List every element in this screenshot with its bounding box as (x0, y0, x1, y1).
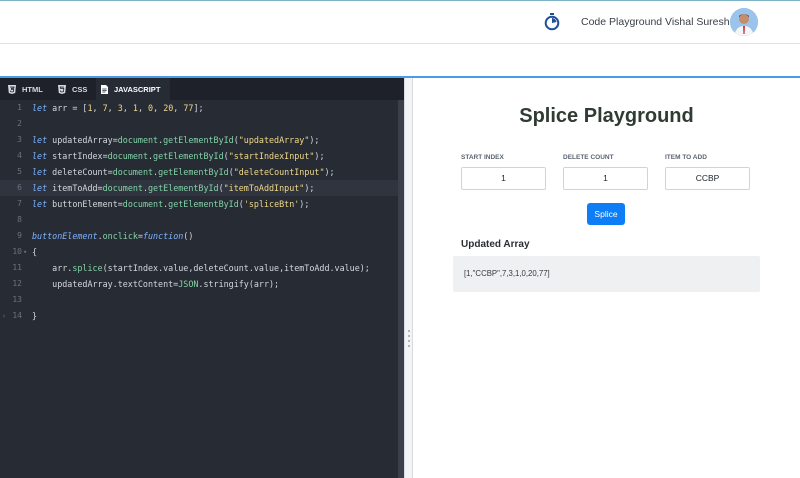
code-editor[interactable]: HTML CSS JAVASCRIPT 1 let arr = [1, 7, 3… (0, 78, 404, 478)
line-number: 8 (17, 215, 22, 224)
code-line: 12 updatedArray.textContent=JSON.stringi… (0, 276, 398, 292)
code-line: 7 let buttonElement=document.getElementB… (0, 196, 398, 212)
line-number: 5 (17, 167, 22, 176)
code-line: 8 (0, 212, 398, 228)
top-navbar: Code Playground Vishal Suresh (0, 0, 800, 44)
code-line: 2 (0, 116, 398, 132)
line-number: 1 (17, 103, 22, 112)
output-preview: Splice Playground START INDEX 1 DELETE C… (413, 78, 800, 478)
line-number: 3 (17, 135, 22, 144)
fold-arrow-icon[interactable]: ▾ (23, 244, 27, 260)
line-number: 7 (17, 199, 22, 208)
code-line: 10 ▾ { (0, 244, 398, 260)
tab-javascript[interactable]: JAVASCRIPT (96, 78, 170, 100)
line-number: 4 (17, 151, 22, 160)
tab-css[interactable]: CSS (58, 78, 87, 100)
line-number: 12 (12, 279, 22, 288)
code-line: 4 let startIndex=document.getElementById… (0, 148, 398, 164)
code-line: 1 let arr = [1, 7, 3, 1, 0, 20, 77]; (0, 100, 398, 116)
tab-html-label: HTML (22, 84, 43, 94)
js-file-icon (101, 84, 108, 94)
user-name[interactable]: Vishal Suresh (665, 16, 730, 28)
updated-array-text: [1,"CCBP",7,3,1,0,20,77] (464, 269, 550, 278)
line-number: 9 (17, 231, 22, 240)
code-line: 9 buttonElement.onclick=function() (0, 228, 398, 244)
code-line: 11 arr.splice(startIndex.value,deleteCou… (0, 260, 398, 276)
tab-css-label: CSS (72, 84, 88, 94)
code-line: 5 let deleteCount=document.getElementByI… (0, 164, 398, 180)
avatar[interactable] (730, 8, 758, 36)
css3-icon (58, 84, 66, 94)
start-index-label: START INDEX (461, 154, 504, 161)
item-to-add-input[interactable]: CCBP (665, 167, 750, 190)
line-number: 10 (12, 247, 22, 256)
item-to-add-label: ITEM TO ADD (665, 154, 707, 161)
updated-array-output: [1,"CCBP",7,3,1,0,20,77] (453, 256, 760, 292)
line-number: 6 (17, 183, 22, 192)
brand-name[interactable]: Code Playground (581, 16, 662, 28)
tab-html[interactable]: HTML (8, 78, 43, 100)
tab-javascript-label: JAVASCRIPT (114, 84, 161, 94)
drag-handle-icon (408, 330, 410, 350)
stopwatch-icon[interactable] (544, 13, 560, 31)
code-line-active: 6 let itemToAdd=document.getElementById(… (0, 180, 398, 196)
updated-array-heading: Updated Array (461, 239, 530, 250)
workspace: HTML CSS JAVASCRIPT 1 let arr = [1, 7, 3… (0, 76, 800, 478)
start-index-input[interactable]: 1 (461, 167, 546, 190)
html5-icon (8, 84, 16, 94)
delete-count-label: DELETE COUNT (563, 154, 614, 161)
line-number: 13 (12, 295, 22, 304)
code-line: 3 let updatedArray=document.getElementBy… (0, 132, 398, 148)
line-number: 14 (12, 311, 22, 320)
line-number: 2 (17, 119, 22, 128)
page-title: Splice Playground (519, 105, 694, 127)
code-line: 13 (0, 292, 398, 308)
line-number: 11 (12, 263, 22, 272)
editor-tabs: HTML CSS JAVASCRIPT (0, 78, 404, 100)
delete-count-input[interactable]: 1 (563, 167, 648, 190)
splice-button[interactable]: Splice (587, 203, 625, 225)
pane-resize-handle[interactable] (404, 78, 413, 478)
code-line: ‹ 14 } (0, 308, 398, 324)
